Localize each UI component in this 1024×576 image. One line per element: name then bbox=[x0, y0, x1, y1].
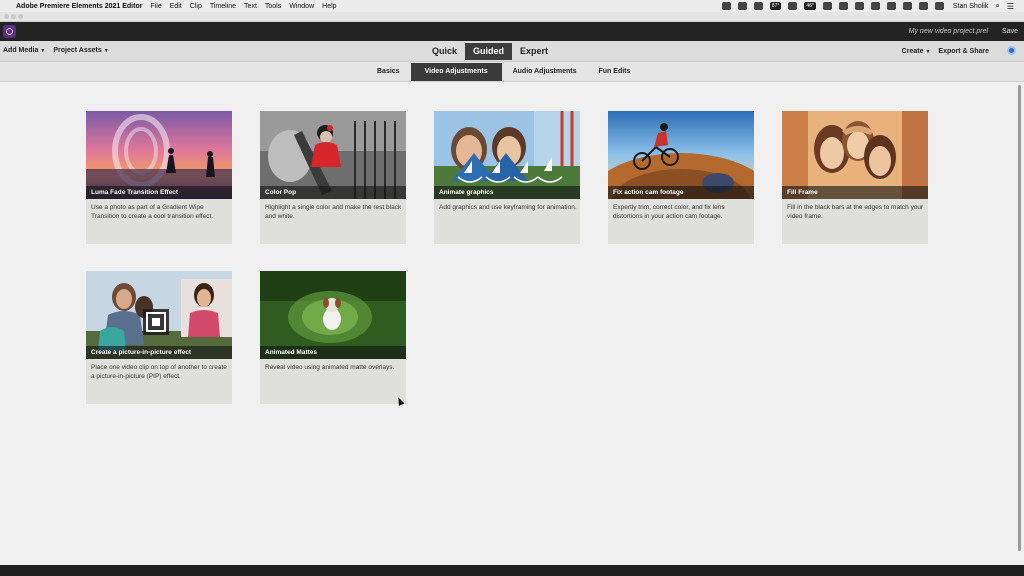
color-pop-thumbnail: Color Pop bbox=[260, 111, 406, 199]
vertical-scrollbar[interactable] bbox=[1018, 85, 1021, 551]
project-name: My new video project.prel bbox=[908, 28, 989, 35]
guided-tabbar: Basics Video Adjustments Audio Adjustmen… bbox=[0, 62, 1024, 82]
card-color-pop[interactable]: Color Pop Highlight a single color and m… bbox=[260, 111, 406, 244]
create-label: Create bbox=[901, 47, 924, 55]
wifi-icon[interactable] bbox=[902, 2, 912, 10]
card-title: Fill Frame bbox=[782, 186, 928, 199]
action-cam-thumbnail: Fix action cam footage bbox=[608, 111, 754, 199]
tab-video-adjustments[interactable]: Video Adjustments bbox=[410, 63, 502, 81]
guided-content-area: Luma Fade Transition Effect Use a photo … bbox=[0, 83, 1024, 565]
card-picture-in-picture[interactable]: Create a picture-in-picture effect Place… bbox=[86, 271, 232, 404]
card-title: Luma Fade Transition Effect bbox=[86, 186, 232, 199]
gpu-temp-badge[interactable]: 46° bbox=[804, 2, 816, 10]
card-animate-graphics[interactable]: Animate graphics Add graphics and use ke… bbox=[434, 111, 580, 244]
airplay-icon[interactable] bbox=[918, 2, 928, 10]
minimize-window-icon[interactable] bbox=[11, 14, 16, 19]
card-fill-frame[interactable]: Fill Frame Fill in the black bars at the… bbox=[782, 111, 928, 244]
status-app-icon[interactable] bbox=[753, 2, 763, 10]
menu-help[interactable]: Help bbox=[322, 3, 336, 10]
keyboard-icon[interactable] bbox=[934, 2, 944, 10]
status-app-icon[interactable] bbox=[721, 2, 731, 10]
save-button[interactable]: Save bbox=[1002, 28, 1018, 35]
card-animated-mattes[interactable]: Animated Mattes Reveal video using anima… bbox=[260, 271, 406, 404]
chevron-down-icon: ▼ bbox=[103, 48, 109, 54]
menu-text[interactable]: Text bbox=[244, 3, 257, 10]
card-description: Fill in the black bars at the edges to m… bbox=[787, 204, 924, 220]
tab-audio-adjustments[interactable]: Audio Adjustments bbox=[502, 63, 588, 81]
window-titlebar[interactable] bbox=[0, 12, 1024, 22]
macos-menubar: Adobe Premiere Elements 2021 Editor File… bbox=[0, 0, 1024, 12]
card-title: Color Pop bbox=[260, 186, 406, 199]
mode-guided[interactable]: Guided bbox=[465, 43, 513, 60]
user-name[interactable]: Stan Sholik bbox=[953, 3, 988, 10]
premiere-elements-logo-icon bbox=[3, 25, 16, 38]
settings-icon[interactable] bbox=[1007, 46, 1016, 55]
menu-file[interactable]: File bbox=[150, 3, 161, 10]
tab-basics[interactable]: Basics bbox=[366, 63, 411, 81]
menu-list-icon[interactable]: ☰ bbox=[1007, 2, 1014, 11]
card-description: Highlight a single color and make the re… bbox=[265, 204, 402, 220]
fill-frame-thumbnail: Fill Frame bbox=[782, 111, 928, 199]
status-app-icon[interactable] bbox=[854, 2, 864, 10]
close-window-icon[interactable] bbox=[4, 14, 9, 19]
card-title: Animate graphics bbox=[434, 186, 580, 199]
export-share-button[interactable]: Export & Share bbox=[938, 48, 989, 55]
status-app-icon[interactable] bbox=[788, 2, 798, 10]
card-title: Animated Mattes bbox=[260, 346, 406, 359]
card-description: Add graphics and use keyframing for anim… bbox=[439, 204, 577, 211]
pip-thumbnail: Create a picture-in-picture effect bbox=[86, 271, 232, 359]
app-header: My new video project.prel Save bbox=[0, 22, 1024, 41]
card-description: Expertly trim, correct color, and fix le… bbox=[613, 204, 725, 220]
status-area: 87° 46° Stan Sholik ⌕ ☰ bbox=[721, 1, 1024, 11]
project-assets-label: Project Assets bbox=[53, 47, 102, 54]
time-machine-icon[interactable] bbox=[870, 2, 880, 10]
timeline-panel-edge bbox=[0, 565, 1024, 576]
menu-timeline[interactable]: Timeline bbox=[210, 3, 236, 10]
status-app-icon[interactable] bbox=[737, 2, 747, 10]
volume-icon[interactable] bbox=[886, 2, 896, 10]
add-media-label: Add Media bbox=[3, 47, 39, 54]
card-description: Use a photo as part of a Gradient Wipe T… bbox=[91, 204, 214, 220]
card-luma-fade[interactable]: Luma Fade Transition Effect Use a photo … bbox=[86, 111, 232, 244]
add-media-button[interactable]: Add Media ▼ bbox=[3, 47, 45, 54]
app-name-menu[interactable]: Adobe Premiere Elements 2021 Editor bbox=[16, 3, 142, 10]
project-assets-button[interactable]: Project Assets ▼ bbox=[53, 47, 108, 54]
animated-mattes-thumbnail: Animated Mattes bbox=[260, 271, 406, 359]
zoom-window-icon[interactable] bbox=[18, 14, 23, 19]
menu-tools[interactable]: Tools bbox=[265, 3, 281, 10]
card-title: Create a picture-in-picture effect bbox=[86, 346, 232, 359]
mode-bar: Add Media ▼ Project Assets ▼ Quick Guided … bbox=[0, 41, 1024, 62]
menu-window[interactable]: Window bbox=[289, 3, 314, 10]
spotlight-search-icon[interactable]: ⌕ bbox=[995, 1, 999, 11]
media-menus: Add Media ▼ Project Assets ▼ bbox=[3, 47, 109, 54]
menu-clip[interactable]: Clip bbox=[190, 3, 202, 10]
status-app-icon[interactable] bbox=[822, 2, 832, 10]
card-title: Fix action cam footage bbox=[608, 186, 754, 199]
card-description: Place one video clip on top of another t… bbox=[91, 364, 227, 380]
chevron-down-icon: ▼ bbox=[40, 48, 46, 54]
mode-quick[interactable]: Quick bbox=[424, 43, 465, 60]
card-fix-action-cam[interactable]: Fix action cam footage Expertly trim, co… bbox=[608, 111, 754, 244]
mode-switcher: Quick Guided Expert bbox=[424, 43, 556, 60]
mode-expert[interactable]: Expert bbox=[512, 43, 556, 60]
create-button[interactable]: Create ▼ bbox=[902, 48, 931, 55]
status-app-icon[interactable] bbox=[838, 2, 848, 10]
tab-fun-edits[interactable]: Fun Edits bbox=[588, 63, 642, 81]
animate-graphics-thumbnail: Animate graphics bbox=[434, 111, 580, 199]
chevron-down-icon: ▼ bbox=[925, 48, 931, 55]
luma-fade-thumbnail: Luma Fade Transition Effect bbox=[86, 111, 232, 199]
menu-edit[interactable]: Edit bbox=[170, 3, 182, 10]
output-menus: Create ▼ Export & Share bbox=[902, 46, 1016, 55]
guided-tabs: Basics Video Adjustments Audio Adjustmen… bbox=[366, 63, 641, 81]
card-description: Reveal video using animated matte overla… bbox=[265, 364, 395, 371]
cpu-temp-badge[interactable]: 87° bbox=[769, 2, 782, 10]
